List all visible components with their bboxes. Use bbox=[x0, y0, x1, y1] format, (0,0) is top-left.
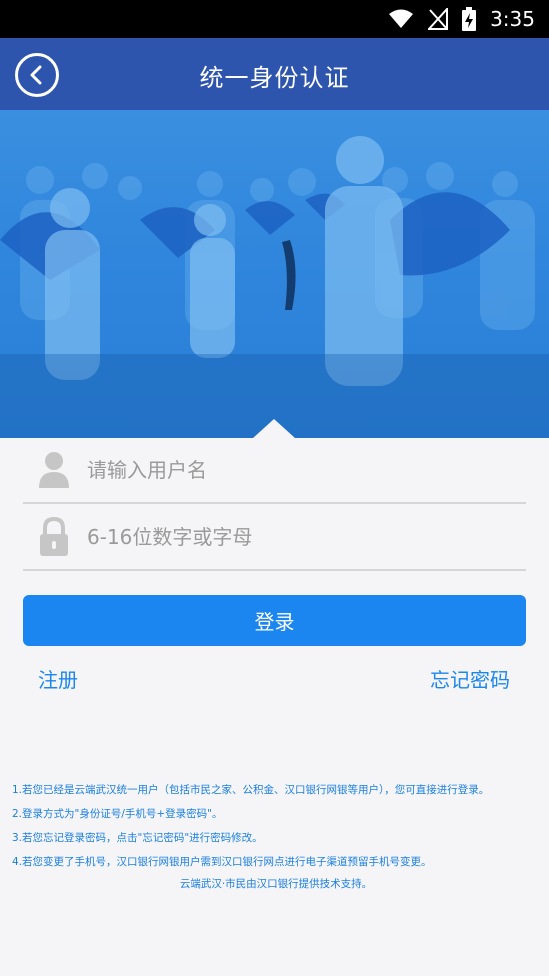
wifi-icon bbox=[389, 9, 414, 28]
status-time: 3:35 bbox=[490, 7, 535, 31]
no-signal-icon bbox=[428, 8, 449, 30]
password-row bbox=[23, 505, 526, 571]
lock-icon bbox=[40, 517, 68, 556]
app-header: 统一身份认证 bbox=[0, 38, 549, 110]
note-item: 2.登录方式为"身份证号/手机号+登录密码"。 bbox=[12, 808, 223, 820]
user-icon bbox=[39, 452, 69, 488]
hero-banner-image bbox=[0, 110, 549, 438]
page-title: 统一身份认证 bbox=[199, 64, 350, 92]
register-link[interactable]: 注册 bbox=[38, 664, 78, 693]
battery-charging-icon bbox=[462, 7, 477, 31]
status-icons: 3:35 bbox=[388, 6, 535, 32]
forgot-password-link[interactable]: 忘记密码 bbox=[430, 664, 510, 693]
note-item: 1.若您已经是云端武汉统一用户（包括市民之家、公积金、汉口银行网银等用户），您可… bbox=[12, 784, 490, 796]
username-row bbox=[23, 438, 526, 504]
banner-notch bbox=[253, 419, 295, 438]
password-input[interactable] bbox=[87, 517, 507, 557]
username-input[interactable] bbox=[87, 450, 507, 490]
note-item: 4.若您变更了手机号，汉口银行网银用户需到汉口银行网点进行电子渠道预留手机号变更… bbox=[12, 856, 432, 868]
login-button[interactable]: 登录 bbox=[23, 595, 526, 646]
note-item: 3.若您忘记登录密码，点击"忘记密码"进行密码修改。 bbox=[12, 832, 263, 844]
login-notes: 1.若您已经是云端武汉统一用户（包括市民之家、公积金、汉口银行网银等用户），您可… bbox=[12, 783, 540, 901]
status-bar: 3:35 bbox=[0, 0, 549, 38]
tech-support-footer: 云端武汉·市民由汉口银行提供技术支持。 bbox=[179, 878, 373, 890]
